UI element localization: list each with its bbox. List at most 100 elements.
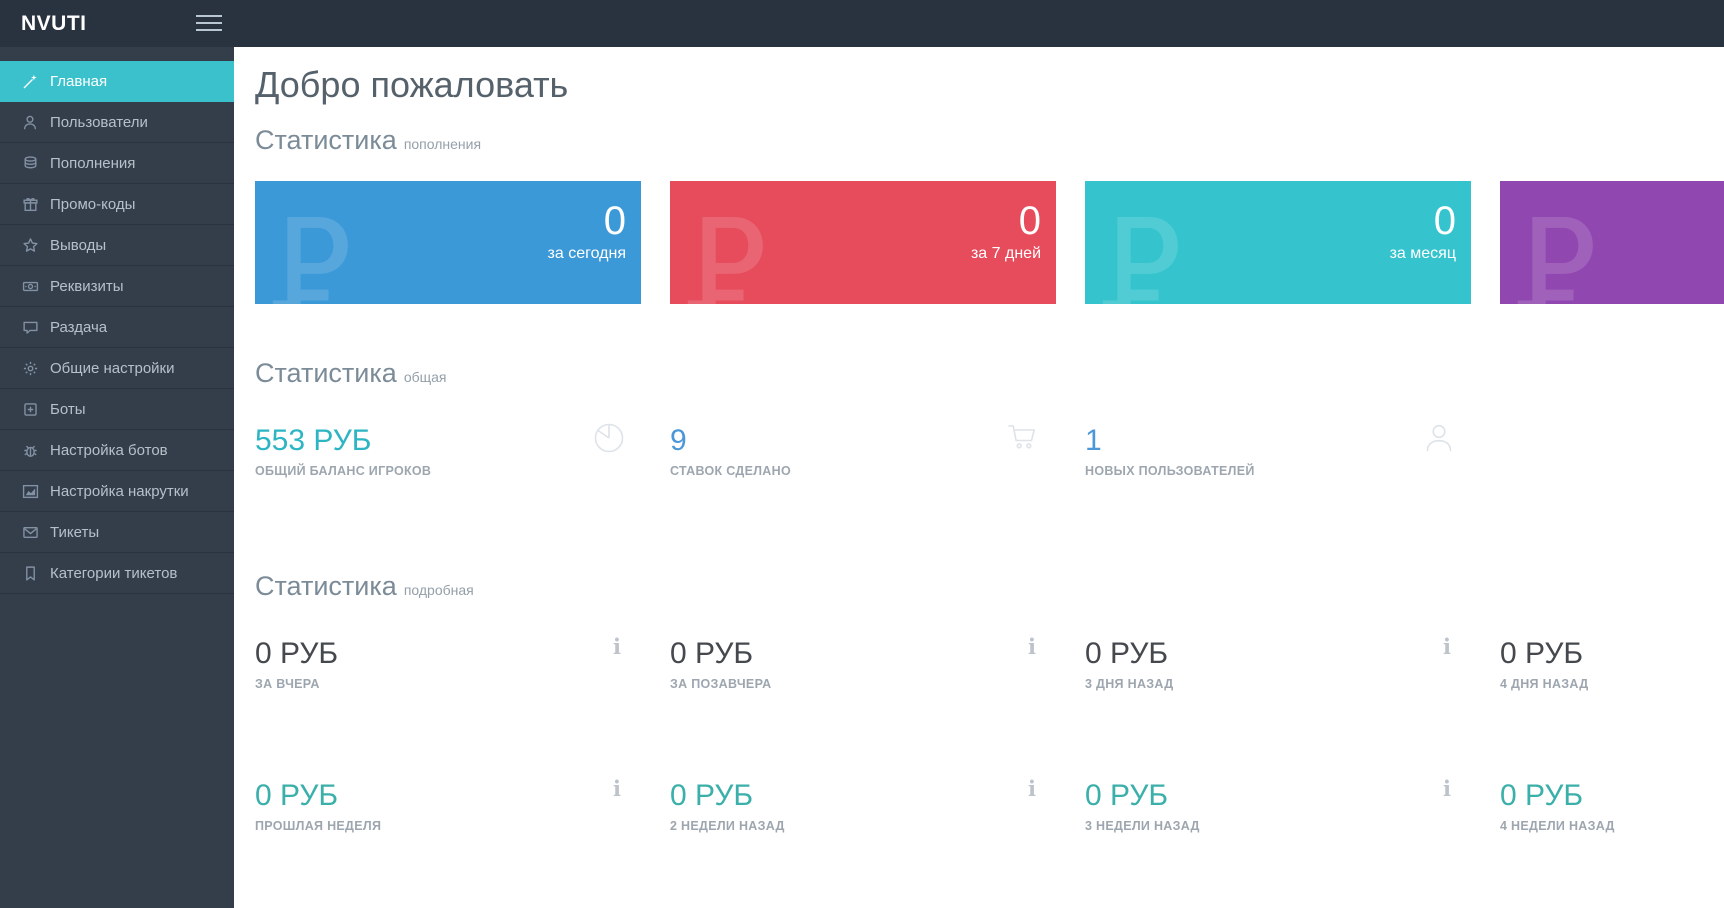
sidebar-item-label: Выводы <box>50 237 106 254</box>
info-icon[interactable]: i <box>1439 635 1455 659</box>
stat-label: 2 НЕДЕЛИ НАЗАД <box>670 819 1056 833</box>
sidebar-item-label: Тикеты <box>50 524 99 541</box>
stat-value: 0 РУБ <box>255 636 641 672</box>
info-icon[interactable]: i <box>1024 777 1040 801</box>
ruble-watermark <box>1093 217 1178 304</box>
stat-yesterday: 0 РУБ ЗА ВЧЕРА i <box>255 633 641 691</box>
stat-3-weeks-ago: 0 РУБ 3 НЕДЕЛИ НАЗАД i <box>1085 775 1471 833</box>
card-value: 0 <box>1434 199 1456 243</box>
stat-label: 3 НЕДЕЛИ НАЗАД <box>1085 819 1471 833</box>
bot-icon <box>22 401 39 418</box>
stat-4-days-ago: 0 РУБ 4 ДНЯ НАЗАД i <box>1500 633 1724 691</box>
sidebar-item-label: Главная <box>50 73 107 90</box>
sidebar-item-vyvody[interactable]: Выводы <box>0 225 234 266</box>
gift-icon <box>22 196 39 213</box>
stat-4-weeks-ago: 0 РУБ 4 НЕДЕЛИ НАЗАД i <box>1500 775 1724 833</box>
deposits-icon <box>22 155 39 172</box>
pie-chart-icon <box>591 420 627 456</box>
page-title: Добро пожаловать <box>255 63 1724 107</box>
sidebar-item-obshchie-nastroyki[interactable]: Общие настройки <box>0 348 234 389</box>
info-icon[interactable]: i <box>609 777 625 801</box>
sidebar-item-glavnaya[interactable]: Главная <box>0 61 234 102</box>
sidebar-item-nastroyka-botov[interactable]: Настройка ботов <box>0 430 234 471</box>
info-icon[interactable]: i <box>609 635 625 659</box>
sidebar-item-popolneniya[interactable]: Пополнения <box>0 143 234 184</box>
cart-icon <box>1006 420 1042 456</box>
stat-value: 0 РУБ <box>670 778 1056 814</box>
info-icon[interactable]: i <box>1024 635 1040 659</box>
ruble-watermark <box>1508 217 1593 304</box>
sidebar-item-rekvizity[interactable]: Реквизиты <box>0 266 234 307</box>
deposit-card-month: 0 за месяц <box>1085 181 1471 304</box>
sidebar-item-nastroyka-nakrutki[interactable]: Настройка накрутки <box>0 471 234 512</box>
card-period: за сегодня <box>548 245 626 263</box>
section-heading: Статистикапополнения <box>255 125 1724 159</box>
stat-day-before-yesterday: 0 РУБ ЗА ПОЗАВЧЕРА i <box>670 633 1056 691</box>
sidebar-item-label: Боты <box>50 401 86 418</box>
stat-value: 1 <box>1085 423 1471 459</box>
stat-label: НОВЫХ ПОЛЬЗОВАТЕЛЕЙ <box>1085 464 1471 478</box>
bookmark-icon <box>22 565 39 582</box>
main-content: Добро пожаловать Статистикапополнения 0 … <box>234 47 1724 908</box>
sidebar-item-label: Раздача <box>50 319 107 336</box>
section-detailed-statistics: Статистикаподробная 0 РУБ ЗА ВЧЕРА i 0 Р… <box>255 571 1724 905</box>
card-value: 0 <box>1019 199 1041 243</box>
section-subtitle: общая <box>404 369 447 385</box>
user-icon <box>1421 420 1457 456</box>
stat-total-balance: 553 РУБ ОБЩИЙ БАЛАНС ИГРОКОВ <box>255 420 641 478</box>
sidebar-item-label: Общие настройки <box>50 360 175 377</box>
gear-icon <box>22 360 39 377</box>
sidebar-item-promo-kody[interactable]: Промо-коды <box>0 184 234 225</box>
deposit-cards-row: 0 за сегодня 0 за 7 дней 0 за месяц <box>255 181 1724 304</box>
sidebar-item-label: Настройка накрутки <box>50 483 189 500</box>
sidebar-nav: Главная Пользователи Пополнения Промо-ко… <box>0 47 234 594</box>
sidebar-item-label: Реквизиты <box>50 278 124 295</box>
stat-label: ПРОШЛАЯ НЕДЕЛЯ <box>255 819 641 833</box>
sidebar-item-label: Настройка ботов <box>50 442 168 459</box>
sidebar-item-polzovateli[interactable]: Пользователи <box>0 102 234 143</box>
detailed-stats-row-days: 0 РУБ ЗА ВЧЕРА i 0 РУБ ЗА ПОЗАВЧЕРА i 0 … <box>255 633 1724 691</box>
sidebar-item-boty[interactable]: Боты <box>0 389 234 430</box>
sidebar-item-razdacha[interactable]: Раздача <box>0 307 234 348</box>
card-period: за 7 дней <box>971 245 1041 263</box>
info-icon[interactable]: i <box>1439 777 1455 801</box>
chart-icon <box>22 483 39 500</box>
stat-label: СТАВОК СДЕЛАНО <box>670 464 1056 478</box>
star-icon <box>22 237 39 254</box>
sidebar-item-tikety[interactable]: Тикеты <box>0 512 234 553</box>
admin-dashboard: NVUTI Главная Пользователи Пополнения Пр… <box>0 0 1724 908</box>
sidebar-item-label: Пользователи <box>50 114 148 131</box>
sidebar: Главная Пользователи Пополнения Промо-ко… <box>0 47 234 908</box>
top-bar: NVUTI <box>0 0 1724 47</box>
stat-2-weeks-ago: 0 РУБ 2 НЕДЕЛИ НАЗАД i <box>670 775 1056 833</box>
stat-new-users: 1 НОВЫХ ПОЛЬЗОВАТЕЛЕЙ <box>1085 420 1471 478</box>
detailed-stats-row-weeks: 0 РУБ ПРОШЛАЯ НЕДЕЛЯ i 0 РУБ 2 НЕДЕЛИ НА… <box>255 775 1724 833</box>
stat-value: 0 РУБ <box>1085 778 1471 814</box>
deposit-card-clipped <box>1500 181 1724 304</box>
stat-bets-made: 9 СТАВОК СДЕЛАНО <box>670 420 1056 478</box>
deposit-card-7-days: 0 за 7 дней <box>670 181 1056 304</box>
stat-value: 0 РУБ <box>1085 636 1471 672</box>
section-heading: Статистикаподробная <box>255 571 1724 605</box>
ruble-watermark <box>263 217 348 304</box>
stat-last-week: 0 РУБ ПРОШЛАЯ НЕДЕЛЯ i <box>255 775 641 833</box>
stat-value: 0 РУБ <box>255 778 641 814</box>
envelope-icon <box>22 524 39 541</box>
stat-label: 4 ДНЯ НАЗАД <box>1500 677 1724 691</box>
section-subtitle: подробная <box>404 582 474 598</box>
stat-label: ОБЩИЙ БАЛАНС ИГРОКОВ <box>255 464 641 478</box>
section-heading: Статистикаобщая <box>255 358 1724 392</box>
stat-value: 0 РУБ <box>1500 778 1724 814</box>
stat-label: ЗА ВЧЕРА <box>255 677 641 691</box>
brand-logo[interactable]: NVUTI <box>21 0 87 47</box>
section-subtitle: пополнения <box>404 136 481 152</box>
ruble-watermark <box>678 217 763 304</box>
sidebar-item-label: Пополнения <box>50 155 135 172</box>
sidebar-item-kategorii-tiketov[interactable]: Категории тикетов <box>0 553 234 594</box>
banknote-icon <box>22 278 39 295</box>
section-deposits-statistics: Статистикапополнения 0 за сегодня 0 за 7… <box>255 125 1724 304</box>
section-general-statistics: Статистикаобщая 553 РУБ ОБЩИЙ БАЛАНС ИГР… <box>255 358 1724 478</box>
sidebar-item-label: Промо-коды <box>50 196 135 213</box>
chat-icon <box>22 319 39 336</box>
hamburger-menu-icon[interactable] <box>196 15 222 31</box>
